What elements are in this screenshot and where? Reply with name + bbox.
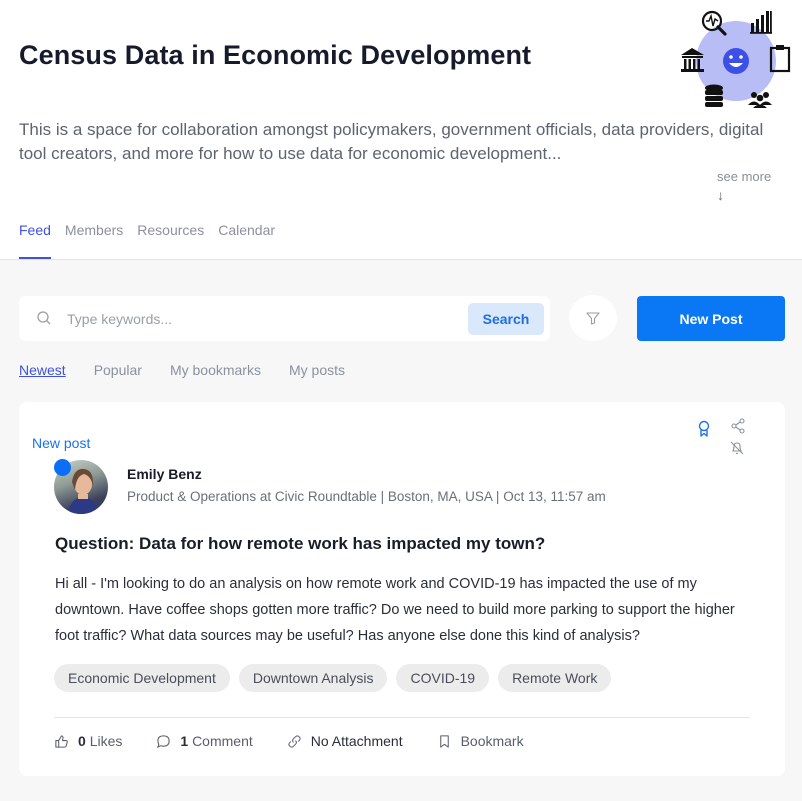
new-post-button[interactable]: New Post [637, 296, 785, 341]
sort-tab-newest[interactable]: Newest [19, 362, 66, 378]
likes-label: Likes [89, 733, 123, 749]
tag-chip[interactable]: Economic Development [54, 664, 230, 692]
filter-button[interactable] [569, 295, 617, 341]
post-tags: Economic Development Downtown Analysis C… [54, 664, 612, 692]
online-indicator [54, 459, 71, 476]
tab-resources[interactable]: Resources [137, 222, 204, 238]
page-title: Census Data in Economic Development [19, 40, 532, 70]
link-icon [288, 734, 301, 748]
smiley-icon [723, 48, 749, 74]
divider [54, 717, 750, 718]
tag-chip[interactable]: Downtown Analysis [238, 664, 388, 692]
attachment-button[interactable]: No Attachment [287, 733, 403, 749]
post-card: New post Emily Benz Product & Operations… [19, 402, 785, 776]
group-description: This is a space for collaboration amongs… [19, 120, 764, 163]
like-button[interactable]: 0 Likes [54, 733, 122, 749]
author-name[interactable]: Emily Benz [127, 466, 202, 482]
bar-chart-icon [750, 11, 772, 34]
author-meta: Product & Operations at Civic Roundtable… [127, 489, 606, 504]
comment-icon [157, 734, 171, 748]
thumbs-up-icon [55, 734, 68, 748]
group-header: Census Data in Economic Development This… [0, 0, 802, 260]
comments-label: Comment [192, 733, 253, 749]
new-post-badge: New post [32, 435, 91, 451]
bell-off-icon[interactable] [729, 440, 745, 456]
sort-tab-popular[interactable]: Popular [94, 362, 142, 378]
bookmark-label: Bookmark [460, 733, 524, 749]
comments-count: 1 [180, 733, 189, 749]
post-body: Hi all - I'm looking to do an analysis o… [55, 576, 735, 644]
tab-feed[interactable]: Feed [19, 222, 51, 259]
award-icon[interactable] [696, 420, 712, 438]
search-icon [37, 311, 51, 325]
post-title[interactable]: Question: Data for how remote work has i… [55, 534, 545, 554]
comment-button[interactable]: 1 Comment [156, 733, 253, 749]
search-button[interactable]: Search [468, 303, 544, 335]
group-illustration [681, 10, 791, 108]
group-tabs: Feed Members Resources Calendar [19, 222, 275, 259]
bookmark-button[interactable]: Bookmark [437, 733, 524, 749]
people-icon [748, 92, 772, 108]
tab-calendar[interactable]: Calendar [218, 222, 275, 238]
see-more-link[interactable]: see more [717, 169, 771, 184]
filter-icon [586, 312, 600, 325]
attachment-label: No Attachment [310, 733, 403, 749]
search-chart-icon [701, 10, 727, 36]
tag-chip[interactable]: COVID-19 [396, 664, 490, 692]
arrow-down-icon[interactable]: ↓ [717, 187, 724, 203]
likes-count: 0 [78, 733, 86, 749]
tab-members[interactable]: Members [65, 222, 123, 238]
bookmark-icon [439, 734, 449, 748]
tag-chip[interactable]: Remote Work [498, 664, 612, 692]
sort-tabs: Newest Popular My bookmarks My posts [19, 362, 345, 378]
search-input[interactable] [67, 307, 457, 331]
share-icon[interactable] [730, 418, 746, 434]
sort-tab-my-posts[interactable]: My posts [289, 362, 345, 378]
post-actions: 0 Likes 1 Comment No Attachment Bookmark [54, 733, 558, 749]
sort-tab-my-bookmarks[interactable]: My bookmarks [170, 362, 261, 378]
search-bar: Search [19, 296, 550, 341]
